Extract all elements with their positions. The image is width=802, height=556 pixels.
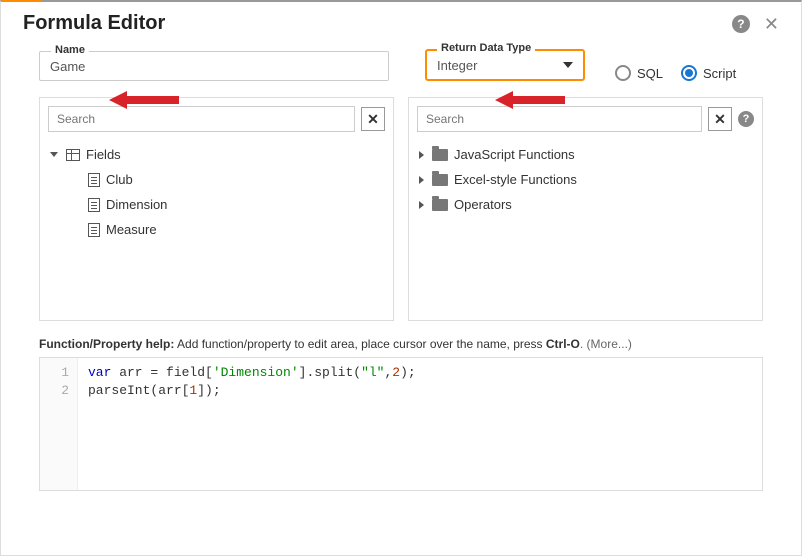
tree-node-field[interactable]: Dimension [48, 192, 385, 217]
fields-panel: ✕ Fields Club Dimension Meas [39, 97, 394, 321]
tree-label: JavaScript Functions [454, 147, 575, 162]
radio-icon [681, 65, 697, 81]
folder-icon [432, 149, 448, 161]
tree-label: Operators [454, 197, 512, 212]
tree-node-field[interactable]: Measure [48, 217, 385, 242]
tree-label: Club [106, 172, 133, 187]
tree-node-folder[interactable]: Operators [417, 192, 754, 217]
tree-node-fields[interactable]: Fields [48, 142, 385, 167]
fields-search-input[interactable] [48, 106, 355, 132]
folder-icon [432, 174, 448, 186]
help-icon[interactable]: ? [732, 15, 750, 33]
tree-label: Fields [86, 147, 121, 162]
tree-label: Dimension [106, 197, 167, 212]
radio-label-script: Script [703, 66, 736, 81]
tree-node-field[interactable]: Club [48, 167, 385, 192]
expand-icon [419, 176, 424, 184]
tree-label: Measure [106, 222, 157, 237]
dialog-title: Formula Editor [23, 12, 165, 35]
return-type-value: Integer [437, 58, 477, 73]
expand-icon [50, 152, 58, 157]
return-type-label: Return Data Type [437, 42, 535, 54]
tree-label: Excel-style Functions [454, 172, 577, 187]
close-icon[interactable]: ✕ [764, 15, 779, 33]
table-icon [66, 149, 80, 161]
help-icon[interactable]: ? [738, 111, 754, 127]
folder-icon [432, 199, 448, 211]
name-label: Name [51, 44, 89, 56]
field-icon [88, 173, 100, 187]
code-editor[interactable]: 1 2 var arr = field['Dimension'].split("… [39, 357, 763, 491]
expand-icon [419, 151, 424, 159]
name-input[interactable] [39, 51, 389, 81]
functions-panel: ✕ ? JavaScript Functions Excel-style Fun… [408, 97, 763, 321]
line-gutter: 1 2 [40, 358, 78, 490]
chevron-down-icon [563, 62, 573, 68]
field-icon [88, 223, 100, 237]
code-content[interactable]: var arr = field['Dimension'].split("l",2… [78, 358, 762, 490]
field-icon [88, 198, 100, 212]
tree-node-folder[interactable]: JavaScript Functions [417, 142, 754, 167]
tree-node-folder[interactable]: Excel-style Functions [417, 167, 754, 192]
mode-radio-script[interactable]: Script [681, 65, 736, 81]
mode-radio-sql[interactable]: SQL [615, 65, 663, 81]
clear-search-icon[interactable]: ✕ [361, 107, 385, 131]
expand-icon [419, 201, 424, 209]
radio-icon [615, 65, 631, 81]
help-text: Function/Property help: Add function/pro… [1, 327, 801, 357]
functions-search-input[interactable] [417, 106, 702, 132]
radio-label-sql: SQL [637, 66, 663, 81]
clear-search-icon[interactable]: ✕ [708, 107, 732, 131]
